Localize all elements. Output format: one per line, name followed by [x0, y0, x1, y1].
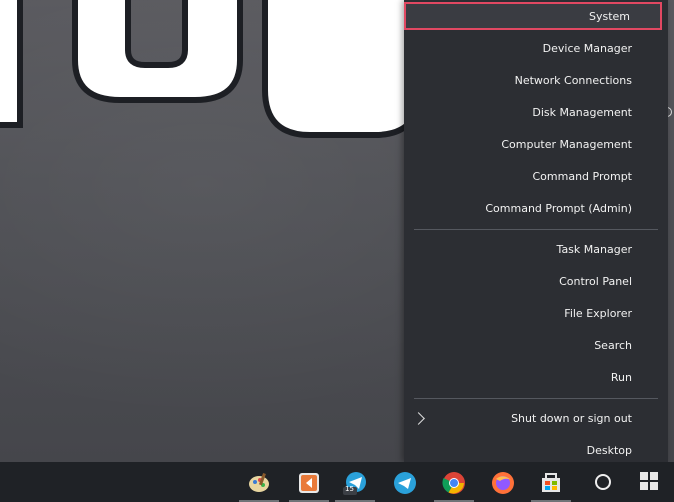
- menu-item-label: Command Prompt: [532, 169, 633, 183]
- notification-badge: 15: [345, 485, 354, 493]
- winx-power-menu: System Device Manager Network Connection…: [404, 0, 668, 462]
- menu-item-search[interactable]: Search: [404, 331, 662, 359]
- telegram-badge-icon[interactable]: 15: [342, 470, 368, 496]
- menu-item-shut-down[interactable]: Shut down or sign out: [404, 404, 662, 432]
- menu-item-system[interactable]: System: [404, 2, 662, 30]
- menu-item-command-prompt-admin[interactable]: Command Prompt (Admin): [404, 194, 662, 222]
- cortana-search-icon[interactable]: [595, 474, 611, 490]
- menu-item-label: Search: [594, 338, 632, 352]
- menu-separator: [414, 229, 658, 230]
- taskbar: 15: [0, 462, 674, 502]
- menu-item-label: Device Manager: [542, 41, 632, 55]
- menu-item-label: Control Panel: [559, 274, 632, 288]
- menu-item-label: Network Connections: [514, 73, 632, 87]
- menu-item-label: Run: [610, 370, 632, 384]
- chrome-icon[interactable]: [441, 470, 467, 496]
- menu-item-label: Shut down or sign out: [511, 411, 632, 425]
- menu-separator: [414, 398, 658, 399]
- telegram-icon[interactable]: [392, 470, 418, 496]
- menu-item-run[interactable]: Run: [404, 363, 662, 391]
- menu-item-control-panel[interactable]: Control Panel: [404, 267, 662, 295]
- store-icon[interactable]: [538, 470, 564, 496]
- menu-item-label: Computer Management: [501, 137, 632, 151]
- media-player-icon[interactable]: [296, 470, 322, 496]
- menu-item-task-manager[interactable]: Task Manager: [404, 235, 662, 263]
- menu-item-device-manager[interactable]: Device Manager: [404, 34, 662, 62]
- menu-item-label: Command Prompt (Admin): [485, 201, 632, 215]
- paint-palette-icon[interactable]: [246, 470, 272, 496]
- menu-item-label: Disk Management: [532, 105, 632, 119]
- menu-item-label: Desktop: [586, 443, 632, 457]
- menu-item-label: System: [588, 9, 630, 23]
- menu-item-file-explorer[interactable]: File Explorer: [404, 299, 662, 327]
- windows-start-icon[interactable]: [640, 472, 660, 492]
- firefox-icon[interactable]: [490, 470, 516, 496]
- menu-item-disk-management[interactable]: Disk Management: [404, 98, 662, 126]
- menu-item-label: Task Manager: [556, 242, 632, 256]
- menu-item-computer-management[interactable]: Computer Management: [404, 130, 662, 158]
- menu-item-desktop[interactable]: Desktop: [404, 436, 662, 464]
- wall-letter-graphic: [0, 0, 410, 138]
- menu-item-command-prompt[interactable]: Command Prompt: [404, 162, 662, 190]
- menu-item-network-connections[interactable]: Network Connections: [404, 66, 662, 94]
- menu-item-label: File Explorer: [564, 306, 632, 320]
